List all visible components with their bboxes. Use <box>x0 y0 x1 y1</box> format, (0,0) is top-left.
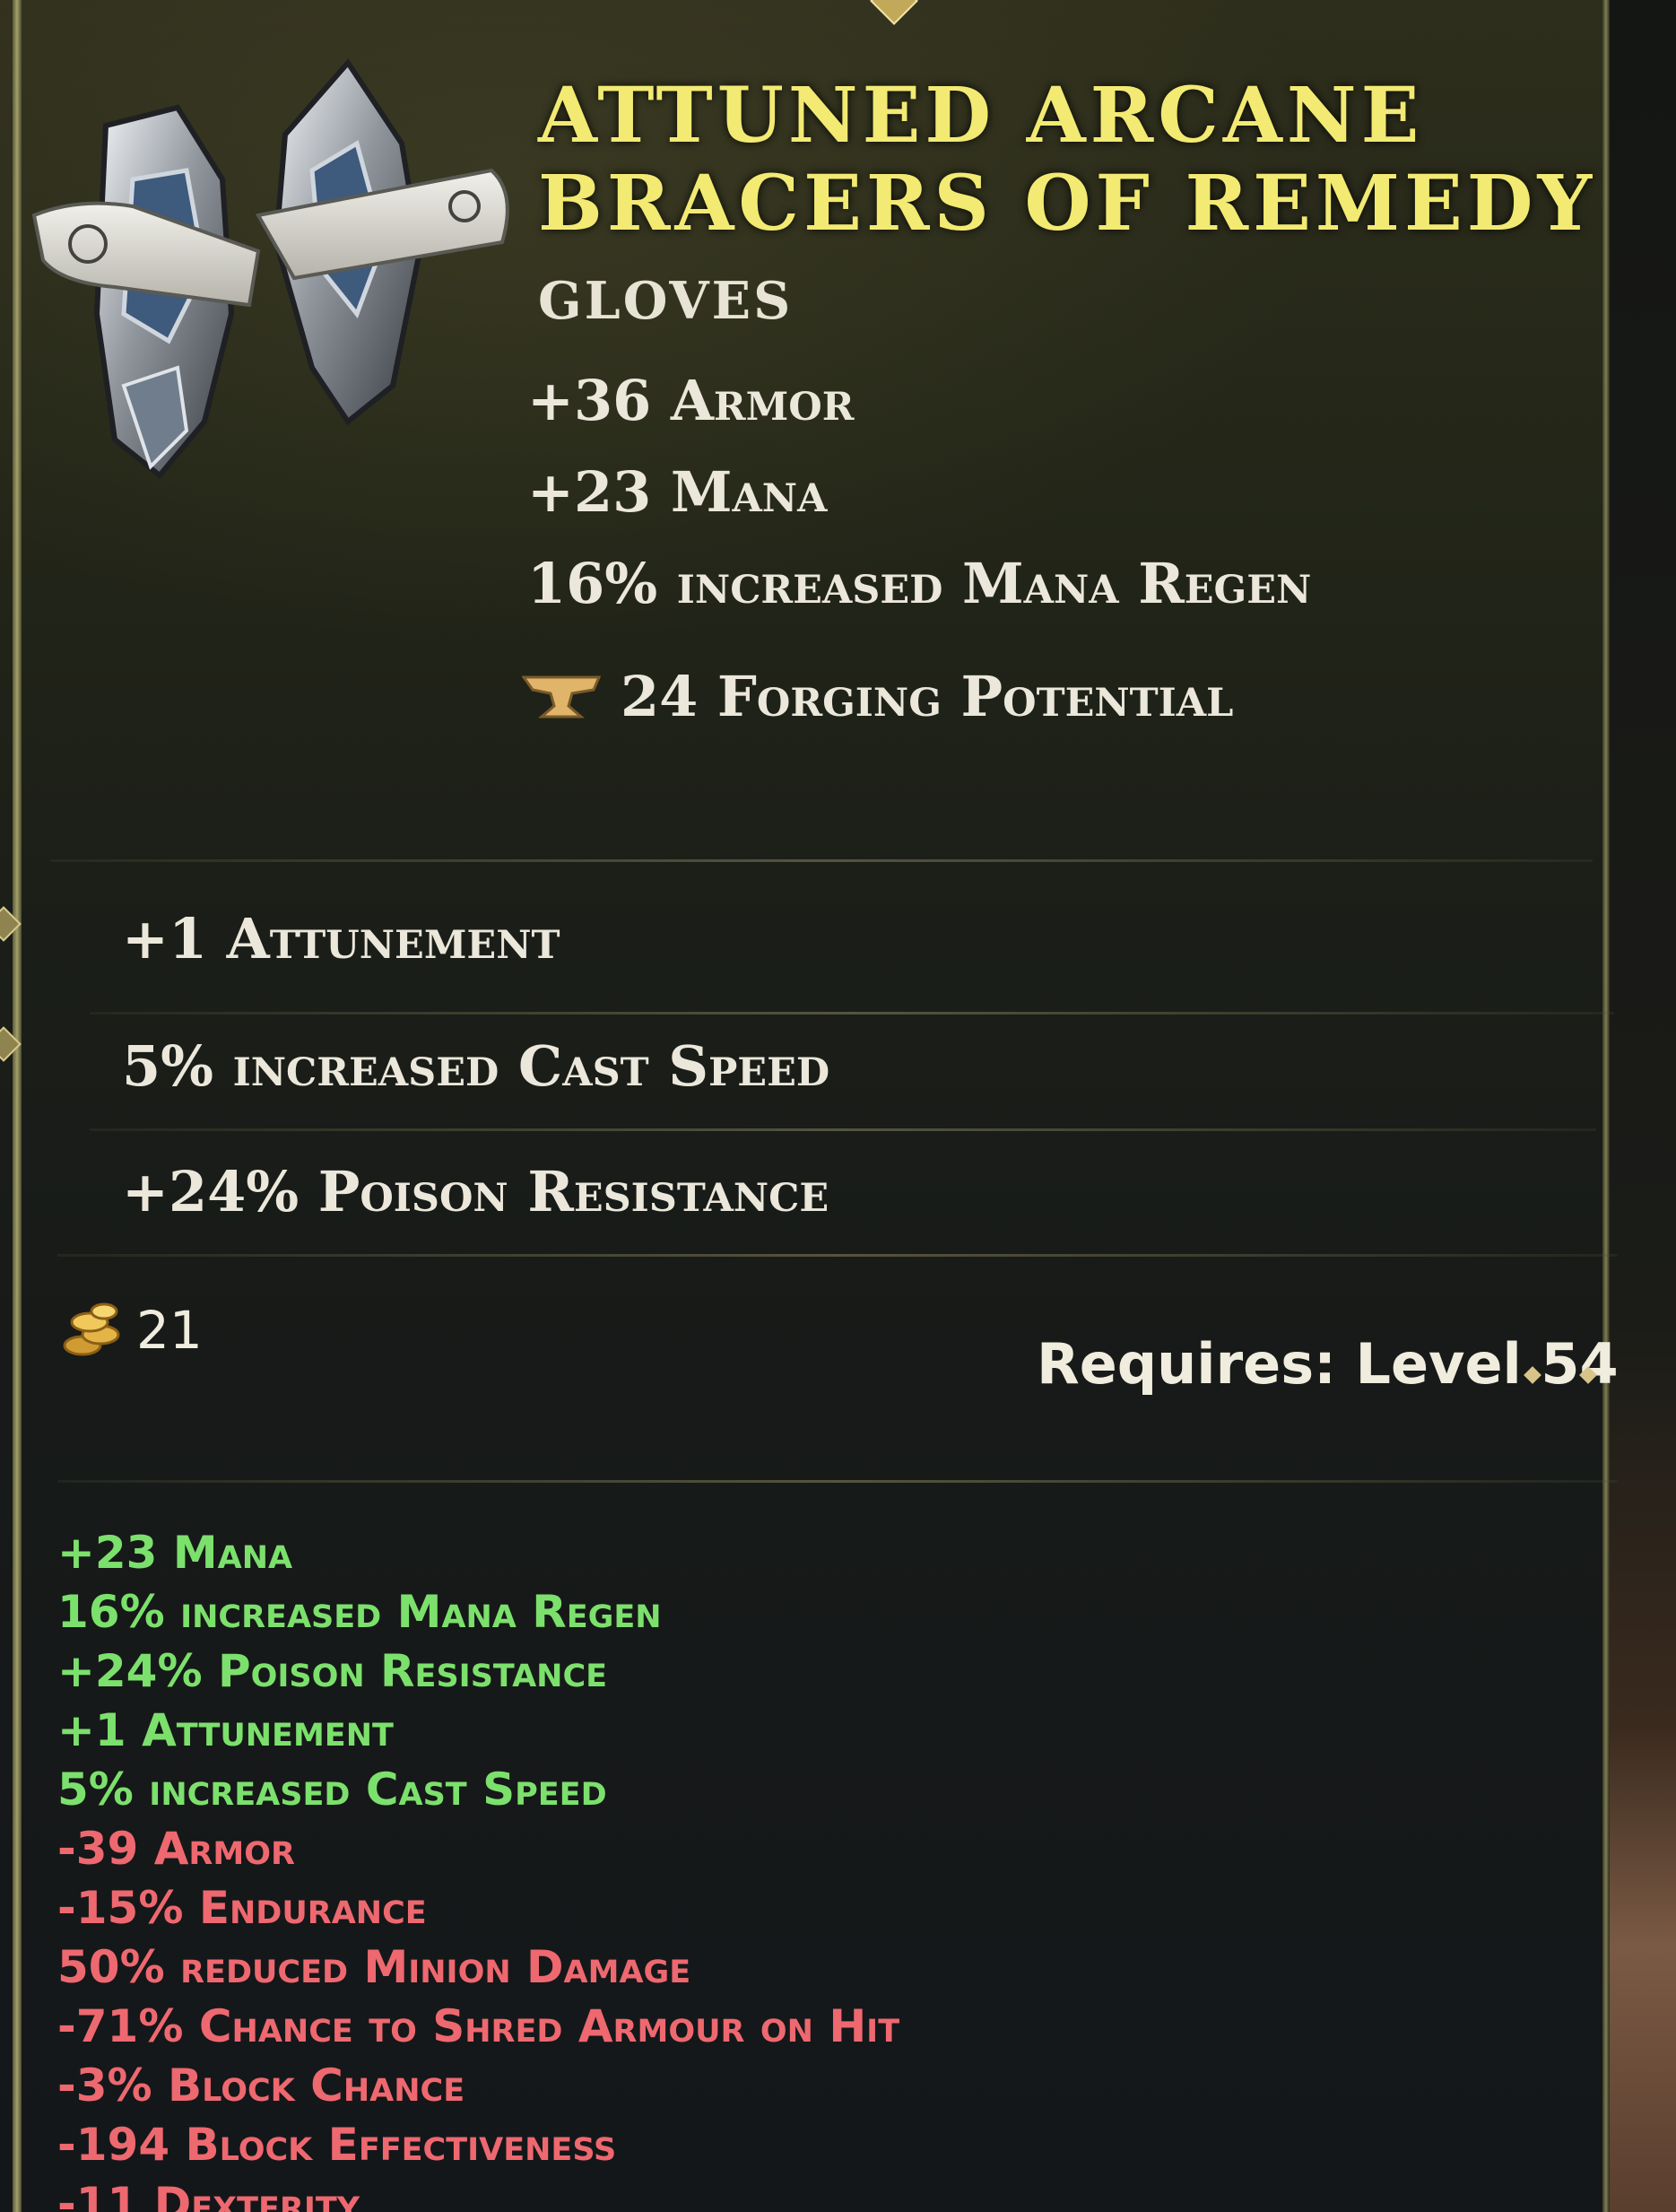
comparison-line: -15% Endurance <box>57 1882 427 1934</box>
item-name-line-2: BRACERS OF REMEDY <box>538 159 1597 248</box>
item-name-line-1: ATTUNED ARCANE <box>538 71 1424 161</box>
tooltip-frame-right <box>1602 0 1610 2212</box>
gold-coins-icon <box>63 1302 120 1356</box>
gold-value-row: 21 <box>61 1299 203 1362</box>
forging-potential: 24 Forging Potential <box>522 664 1233 729</box>
affix-line: 5% increased Cast Speed <box>122 1033 830 1099</box>
tooltip-frame-left <box>13 0 22 2212</box>
arcane-bracers-icon <box>31 58 509 480</box>
divider <box>57 1480 1618 1483</box>
forging-potential-text: 24 Forging Potential <box>621 664 1234 729</box>
implicit-stat: +36 Armor <box>527 368 855 433</box>
item-header: ATTUNED ARCANE BRACERS OF REMEDY <box>538 72 1596 248</box>
anvil-icon <box>522 675 601 718</box>
item-type: GLOVES <box>538 271 794 331</box>
divider <box>50 859 1593 862</box>
divider <box>90 1012 1614 1015</box>
comparison-line: -71% Chance to Shred Armour on Hit <box>57 2000 900 2052</box>
frame-top-gem-icon <box>870 0 918 25</box>
background-outside <box>1610 0 1676 2212</box>
comparison-line: 50% reduced Minion Damage <box>57 1941 691 1993</box>
comparison-line: -39 Armor <box>57 1823 295 1875</box>
comparison-line: +23 Mana <box>57 1527 293 1579</box>
comparison-line: +24% Poison Resistance <box>57 1645 608 1697</box>
comparison-line: -11 Dexterity <box>57 2178 360 2212</box>
comparison-line: 5% increased Cast Speed <box>57 1764 607 1816</box>
comparison-line: -194 Block Effectiveness <box>57 2119 617 2171</box>
divider <box>90 1128 1596 1131</box>
gold-value: 21 <box>136 1300 203 1361</box>
comparison-line: -3% Block Chance <box>57 2060 465 2112</box>
stat-comparison-list: +23 Mana 16% increased Mana Regen +24% Poi… <box>57 1523 899 2212</box>
affix-line: +1 Attunement <box>122 906 560 971</box>
comparison-line: 16% increased Mana Regen <box>57 1586 662 1638</box>
comparison-line: +1 Attunement <box>57 1704 394 1756</box>
implicit-stat: +23 Mana <box>527 459 828 525</box>
implicit-stat: 16% increased Mana Regen <box>527 551 1312 616</box>
divider <box>57 1254 1618 1257</box>
level-requirement: Requires: Level 54 <box>1037 1331 1619 1397</box>
item-tooltip: ATTUNED ARCANE BRACERS OF REMEDY GLOVES … <box>0 0 1676 2212</box>
affix-line: +24% Poison Resistance <box>122 1159 829 1224</box>
